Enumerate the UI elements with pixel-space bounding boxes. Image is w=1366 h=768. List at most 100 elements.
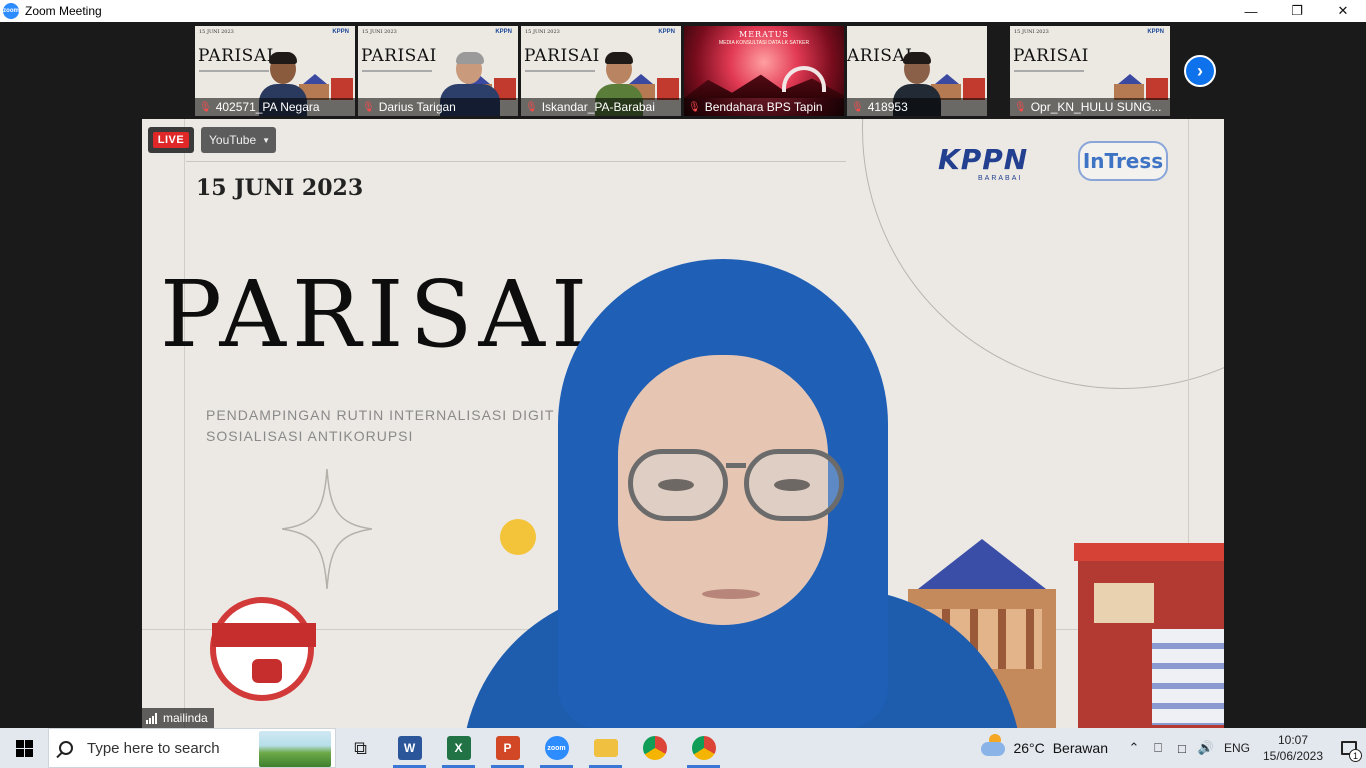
slide-brand: KPPN — [332, 29, 349, 35]
kppn-logo: KPPN — [938, 143, 1029, 176]
slide-date: 15 JUNI 2023 — [525, 29, 560, 35]
slide-title: PARISAI — [1013, 46, 1089, 66]
stream-target-label: YouTube — [209, 133, 257, 147]
task-view-button[interactable]: ⧉ — [336, 728, 385, 768]
search-icon — [59, 741, 73, 755]
slide-title: MERATUS — [739, 30, 789, 39]
slide-date: 15 JUNI 2023 — [1014, 29, 1049, 35]
network-icon[interactable]: □ — [1170, 728, 1194, 768]
taskbar-app-word[interactable]: W — [385, 728, 434, 768]
antikorupsi-badge — [210, 597, 316, 701]
minimize-icon[interactable]: — — [1228, 0, 1274, 22]
slide-subtitle: PENDAMPINGAN RUTIN INTERNALISASI DIGIT — [206, 407, 555, 423]
notification-center-button[interactable]: 1 — [1332, 728, 1366, 768]
participant-label: 🎙 402571_PA Negara — [195, 98, 355, 116]
taskbar-search[interactable]: Type here to search — [48, 728, 336, 768]
mic-muted-icon: 🎙 — [199, 101, 212, 113]
system-tray: 26°C Berawan ⌃ ⎕ □ 🔊 ENG 10:07 15/06/202… — [981, 728, 1366, 768]
slide-date: 15 JUNI 2023 — [362, 29, 397, 35]
participant-thumbnail[interactable]: MERATUS MEDIA KONSULTASI DATA LK SATKER … — [684, 26, 844, 116]
taskbar-app-zoom[interactable]: zoom — [532, 728, 581, 768]
kppn-logo-subtitle: BARABAI — [978, 175, 1023, 182]
task-view-icon: ⧉ — [354, 737, 367, 758]
participant-label: 🎙 Darius Tarigan — [358, 98, 518, 116]
chevron-up-icon[interactable]: ⌃ — [1122, 728, 1146, 768]
mic-muted-icon: 🎙 — [525, 101, 538, 113]
participant-label: 🎙 Iskandar_PA-Barabai — [521, 98, 681, 116]
mic-muted-icon: 🎙 — [851, 101, 864, 113]
window-controls: — ❐ ✕ — [1228, 0, 1366, 22]
word-icon: W — [397, 736, 422, 760]
signal-bars-icon — [146, 712, 157, 724]
taskbar: Type here to search ⧉ W X P zoom 26°C Be… — [0, 728, 1366, 768]
window-title: Zoom Meeting — [25, 4, 102, 18]
weather-condition: Berawan — [1052, 740, 1108, 756]
slide-brand: KPPN — [1147, 29, 1164, 35]
participant-name: Opr_KN_HULU SUNG... — [1030, 100, 1162, 114]
next-participants-button[interactable]: › — [1184, 55, 1216, 87]
taskbar-app-excel[interactable]: X — [434, 728, 483, 768]
participant-thumbnail[interactable]: ARISAI 🎙 418953 — [847, 26, 987, 116]
slide-subtitle: SOSIALISASI ANTIKORUPSI — [206, 428, 414, 444]
taskbar-app-file-explorer[interactable] — [581, 728, 630, 768]
chrome-profile-icon — [691, 736, 716, 760]
language-indicator[interactable]: ENG — [1224, 741, 1250, 755]
participant-thumbnail[interactable]: 15 JUNI 2023 KPPN PARISAI 🎙 Iskandar_PA-… — [521, 26, 681, 116]
close-icon[interactable]: ✕ — [1320, 0, 1366, 22]
sparkle-icon — [282, 469, 372, 589]
intress-logo: InTress — [1078, 141, 1168, 181]
participant-thumbnail[interactable]: 15 JUNI 2023 KPPN PARISAI 🎙 Darius Tarig… — [358, 26, 518, 116]
participant-name: Bendahara BPS Tapin — [704, 100, 823, 114]
zoom-app-icon: zoom — [3, 3, 19, 19]
title-bar: zoom Zoom Meeting — ❐ ✕ — [0, 0, 1366, 22]
cloud-sun-icon — [981, 734, 1006, 756]
participant-name: Darius Tarigan — [378, 100, 456, 114]
slide-subtitle: MEDIA KONSULTASI DATA LK SATKER — [718, 40, 810, 46]
weather-widget[interactable]: 26°C Berawan — [981, 734, 1108, 756]
mic-muted-icon: 🎙 — [688, 101, 701, 113]
main-video: 15 JUNI 2023 PARISAI PENDAMPINGAN RUTIN … — [142, 119, 1224, 728]
participant-name: 418953 — [867, 100, 908, 114]
weather-temperature: 26°C — [1013, 740, 1045, 756]
meet-now-icon[interactable]: ⎕ — [1146, 728, 1170, 768]
zoom-icon: zoom — [544, 736, 569, 760]
powerpoint-icon: P — [495, 736, 520, 760]
slide-brand: KPPN — [495, 29, 512, 35]
meeting-area: 15 JUNI 2023 KPPN PARISAI 🎙 402571_PA Ne… — [0, 22, 1366, 728]
slide-date: 15 JUNI 2023 — [199, 29, 234, 35]
taskbar-app-chrome[interactable] — [630, 728, 679, 768]
speaker-video — [462, 259, 1022, 728]
mic-muted-icon: 🎙 — [362, 101, 375, 113]
clock-time: 10:07 — [1277, 733, 1309, 747]
restore-icon[interactable]: ❐ — [1274, 0, 1320, 22]
volume-icon[interactable]: 🔊 — [1194, 728, 1218, 768]
file-explorer-icon — [593, 739, 618, 757]
mic-muted-icon: 🎙 — [1014, 101, 1027, 113]
slide-subtitle-line — [1014, 70, 1084, 72]
slide-title: PARISAI — [524, 46, 600, 66]
speaker-name-tag: mailinda — [142, 708, 214, 728]
stream-target-dropdown[interactable]: YouTube ▼ — [201, 127, 276, 153]
participant-thumbnail[interactable]: 15 JUNI 2023 KPPN PARISAI 🎙 Opr_KN_HULU … — [1010, 26, 1170, 116]
live-indicator[interactable]: LIVE — [148, 127, 194, 153]
participant-label: 🎙 418953 — [847, 98, 987, 116]
slide-subtitle-line — [525, 70, 595, 72]
excel-icon: X — [446, 736, 471, 760]
slide-brand: KPPN — [658, 29, 675, 35]
decorative-line — [186, 161, 846, 162]
chrome-icon — [642, 736, 667, 760]
windows-logo-icon — [15, 739, 33, 757]
participant-label: 🎙 Opr_KN_HULU SUNG... — [1010, 98, 1170, 116]
taskbar-app-chrome-profile[interactable] — [679, 728, 728, 768]
participant-thumbnail[interactable]: 15 JUNI 2023 KPPN PARISAI 🎙 402571_PA Ne… — [195, 26, 355, 116]
slide-title: PARISAI — [361, 46, 437, 66]
notification-count: 1 — [1349, 749, 1362, 762]
start-button[interactable] — [0, 728, 48, 768]
slide-subtitle-line — [362, 70, 432, 72]
speaker-name: mailinda — [163, 711, 208, 725]
search-placeholder: Type here to search — [87, 739, 220, 757]
taskbar-app-powerpoint[interactable]: P — [483, 728, 532, 768]
decorative-line — [184, 119, 185, 728]
chevron-right-icon: › — [1197, 60, 1203, 81]
clock[interactable]: 10:07 15/06/2023 — [1260, 732, 1326, 764]
